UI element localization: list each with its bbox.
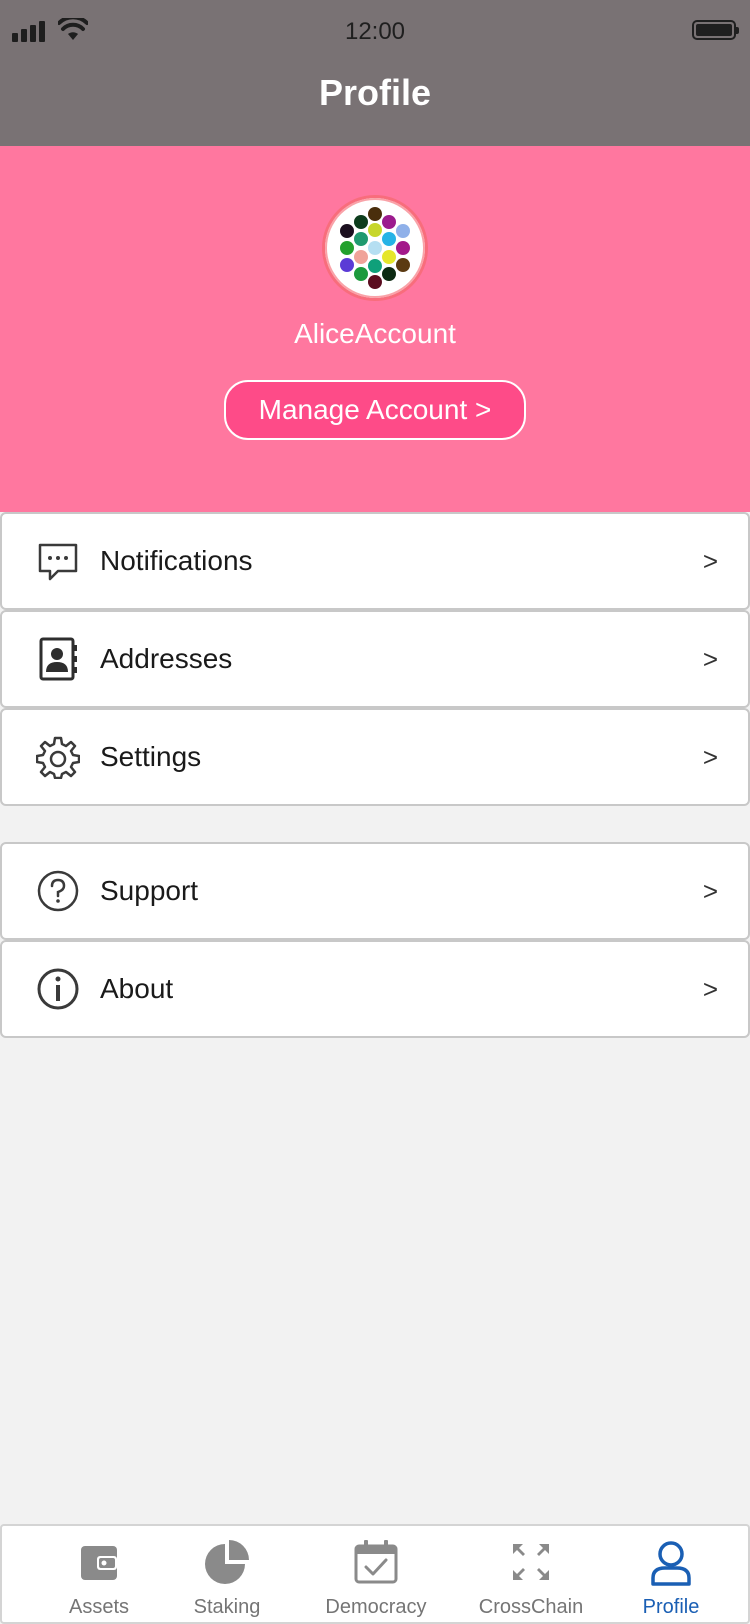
tab-profile[interactable]: Profile xyxy=(606,1526,736,1622)
avatar[interactable] xyxy=(325,198,425,298)
battery-icon xyxy=(692,20,739,40)
chevron-right-icon: > xyxy=(702,643,718,674)
menu-item-label: Notifications xyxy=(100,545,253,576)
profile-header: AliceAccount Manage Account > xyxy=(0,146,750,512)
chevron-right-icon: > xyxy=(702,545,718,576)
expand-arrows-icon xyxy=(513,1544,549,1580)
tab-democracy[interactable]: Democracy xyxy=(311,1526,441,1622)
tab-label: Democracy xyxy=(325,1596,427,1618)
chevron-right-icon: > xyxy=(702,875,718,906)
menu-item-about[interactable]: About > xyxy=(0,940,750,1038)
menu-item-notifications[interactable]: Notifications > xyxy=(0,512,750,610)
tab-label: Assets xyxy=(68,1596,130,1618)
person-icon xyxy=(651,1541,691,1586)
menu-item-label: About xyxy=(100,973,174,1004)
bottom-tab-bar: Assets Staking Democracy CrossChain Prof… xyxy=(0,1524,750,1624)
question-circle-icon xyxy=(37,870,79,912)
chat-bubble-icon xyxy=(38,543,78,581)
menu-item-addresses[interactable]: Addresses > xyxy=(0,610,750,708)
menu-item-label: Settings xyxy=(100,741,202,772)
tab-assets[interactable]: Assets xyxy=(34,1526,164,1622)
tab-crosschain[interactable]: CrossChain xyxy=(466,1526,596,1622)
info-circle-icon xyxy=(37,968,79,1010)
manage-account-button[interactable]: Manage Account > xyxy=(224,380,526,440)
status-time: 12:00 xyxy=(344,18,406,45)
account-name: AliceAccount xyxy=(294,318,456,349)
calendar-check-icon xyxy=(354,1540,398,1584)
tab-label: Profile xyxy=(642,1596,700,1618)
wallet-icon xyxy=(81,1546,117,1580)
chevron-right-icon: > xyxy=(702,973,718,1004)
menu-item-support[interactable]: Support > xyxy=(0,842,750,940)
tab-label: Staking xyxy=(193,1596,261,1618)
tab-staking[interactable]: Staking xyxy=(162,1526,292,1622)
contact-book-icon xyxy=(39,637,77,681)
gear-icon xyxy=(36,736,80,779)
menu-item-settings[interactable]: Settings > xyxy=(0,708,750,806)
menu-item-label: Addresses xyxy=(100,643,233,674)
menu-item-label: Support xyxy=(100,875,199,906)
chevron-right-icon: > xyxy=(702,741,718,772)
top-bar: 12:00 Profile xyxy=(0,0,750,146)
tab-label: CrossChain xyxy=(478,1596,584,1618)
identicon-icon xyxy=(340,207,410,289)
pie-chart-icon xyxy=(205,1540,249,1584)
page-title: Profile xyxy=(318,72,432,113)
